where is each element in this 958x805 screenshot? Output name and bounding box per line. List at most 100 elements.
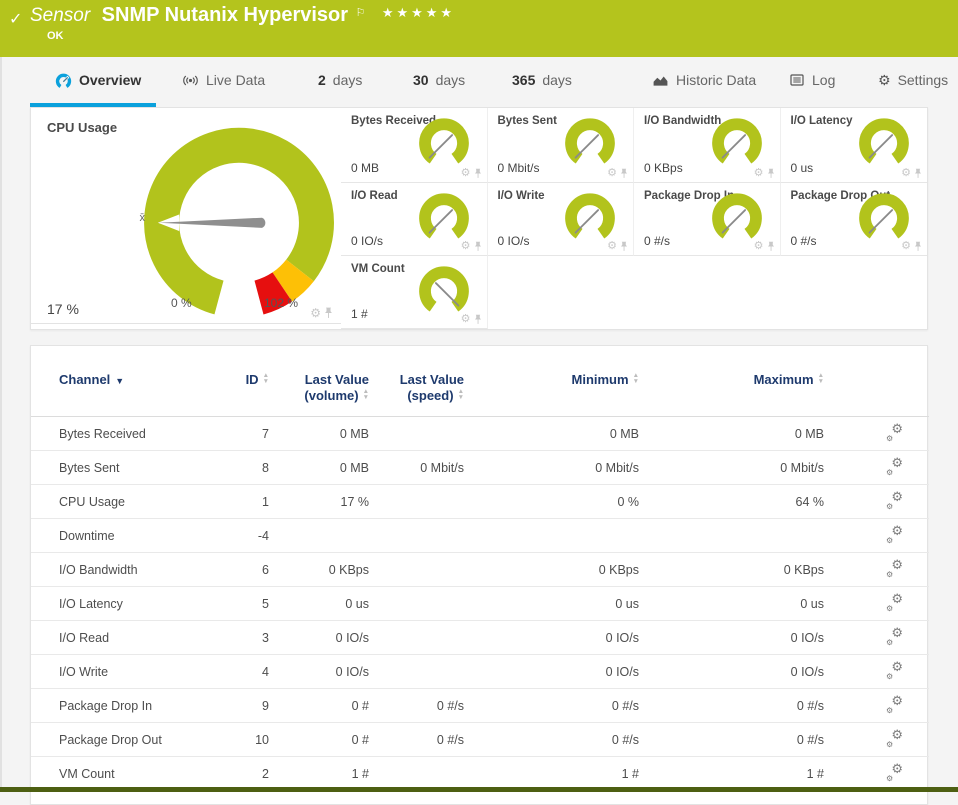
tab-historic-data[interactable]: Historic Data [652,57,756,103]
cell-edit: ⚙⚙ [826,723,929,757]
tab-live-data[interactable]: Live Data [182,57,265,103]
sort-icon: ▲▼ [818,373,824,384]
channel-settings-icon[interactable]: ⚙⚙ [886,493,903,508]
tab-2-days[interactable]: 2 days [318,57,362,103]
gauge-io-write[interactable]: I/O Write 0 IO/s ⚙ [488,183,635,256]
col-header-lvv-line2: (volume)▲▼ [271,388,369,404]
col-header-minimum[interactable]: Minimum▲▼ [466,366,641,417]
pin-icon[interactable] [620,241,628,252]
sort-icon: ▲▼ [263,373,269,384]
gauge-title: VM Count [351,263,405,275]
table-row: Package Drop In 9 0 # 0 #/s 0 #/s 0 #/s … [31,689,929,723]
gauge-title: I/O Latency [791,115,853,127]
gauge-settings-gear-icon[interactable]: ⚙ [754,168,764,179]
cpu-usage-gauge-cell[interactable]: CPU Usage x̄ 0 % 102 % 17 % ⚙ [31,108,341,324]
col-header-channel[interactable]: Channel▼ [31,366,201,417]
cell-last-value-speed [371,485,466,519]
channel-settings-icon[interactable]: ⚙⚙ [886,731,903,746]
gauge-io-latency[interactable]: I/O Latency 0 us ⚙ [781,108,928,183]
cell-last-value-speed [371,655,466,689]
tab-365-days[interactable]: 365 days [512,57,572,103]
pin-icon[interactable] [620,168,628,179]
gauge-controls: ⚙ [461,168,482,179]
cell-last-value-volume: 0 us [271,587,371,621]
gauge-settings-gear-icon[interactable]: ⚙ [461,168,471,179]
cell-maximum [641,519,826,553]
col-header-id[interactable]: ID▲▼ [201,366,271,417]
pin-icon[interactable] [914,241,922,252]
pin-icon[interactable] [324,307,333,319]
gauge-vm-count[interactable]: VM Count 1 # ⚙ [341,256,488,329]
cell-id: 1 [201,485,271,519]
gauge-bytes-sent[interactable]: Bytes Sent 0 Mbit/s ⚙ [488,108,635,183]
tab-2-days-unit: days [333,72,363,88]
cell-last-value-volume [271,519,371,553]
table-row: Bytes Sent 8 0 MB 0 Mbit/s 0 Mbit/s 0 Mb… [31,451,929,485]
channel-settings-icon[interactable]: ⚙⚙ [886,663,903,678]
cell-edit: ⚙⚙ [826,485,929,519]
gauge-value: 0 Mbit/s [498,161,540,175]
cell-edit: ⚙⚙ [826,587,929,621]
gauge-package-drop-in[interactable]: Package Drop In 0 #/s ⚙ [634,183,781,256]
channel-settings-icon[interactable]: ⚙⚙ [886,765,903,780]
col-header-last-value-volume[interactable]: Last Value (volume)▲▼ [271,366,371,417]
page-bottom-border [0,787,958,792]
cell-last-value-speed [371,417,466,451]
priority-stars[interactable]: ★★★★★ [382,5,455,20]
cell-maximum: 64 % [641,485,826,519]
channel-settings-icon[interactable]: ⚙⚙ [886,595,903,610]
gauge-settings-gear-icon[interactable]: ⚙ [607,241,617,252]
col-header-last-value-speed[interactable]: Last Value (speed)▲▼ [371,366,466,417]
cell-minimum: 0 KBps [466,553,641,587]
channel-settings-icon[interactable]: ⚙⚙ [886,425,903,440]
gauge-settings-gear-icon[interactable]: ⚙ [461,241,471,252]
empty-cell [781,256,928,329]
flag-icon[interactable]: ⚐ [355,7,365,19]
gauge-value: 0 MB [351,161,379,175]
channel-settings-icon[interactable]: ⚙⚙ [886,561,903,576]
pin-icon[interactable] [914,168,922,179]
gauge-io-bandwidth[interactable]: I/O Bandwidth 0 KBps ⚙ [634,108,781,183]
status-badge: OK [47,30,64,42]
mini-gauges-grid: Bytes Received 0 MB ⚙ Bytes Sent 0 Mbit/… [341,108,927,329]
gauge-title: I/O Read [351,190,398,202]
gauge-settings-gear-icon[interactable]: ⚙ [901,168,911,179]
cpu-gauge-min-label: 0 % [171,296,192,310]
pin-icon[interactable] [474,314,482,325]
cell-channel: CPU Usage [31,485,201,519]
cell-last-value-speed: 0 Mbit/s [371,451,466,485]
pin-icon[interactable] [474,168,482,179]
gauge-controls: ⚙ [901,241,922,252]
empty-cell [488,256,635,329]
pin-icon[interactable] [474,241,482,252]
cpu-gauge-dial: x̄ [133,114,345,326]
col-header-maximum[interactable]: Maximum▲▼ [641,366,826,417]
pin-icon[interactable] [767,168,775,179]
gauge-settings-gear-icon[interactable]: ⚙ [461,314,471,325]
gauge-bytes-received[interactable]: Bytes Received 0 MB ⚙ [341,108,488,183]
tab-log[interactable]: Log [789,57,835,103]
tab-bar: Overview Live Data 2 days 30 days 365 da… [0,57,958,107]
col-header-minimum-label: Minimum [572,372,629,387]
tab-30-days[interactable]: 30 days [413,57,465,103]
cell-last-value-speed [371,757,466,791]
tab-settings[interactable]: ⚙ Settings [878,57,948,103]
channel-settings-icon[interactable]: ⚙⚙ [886,459,903,474]
channel-settings-icon[interactable]: ⚙⚙ [886,697,903,712]
channels-table-panel: Channel▼ ID▲▼ Last Value (volume)▲▼ Last… [30,345,928,805]
area-chart-icon [652,72,669,89]
gauge-settings-gear-icon[interactable]: ⚙ [901,241,911,252]
tab-365-days-unit: days [542,72,572,88]
tab-overview[interactable]: Overview [55,57,141,103]
cell-maximum: 0 MB [641,417,826,451]
cell-edit: ⚙⚙ [826,451,929,485]
gauge-settings-gear-icon[interactable]: ⚙ [754,241,764,252]
gauge-package-drop-out[interactable]: Package Drop Out 0 #/s ⚙ [781,183,928,256]
gauge-settings-gear-icon[interactable]: ⚙ [310,307,321,319]
gauge-settings-gear-icon[interactable]: ⚙ [607,168,617,179]
pin-icon[interactable] [767,241,775,252]
channel-settings-icon[interactable]: ⚙⚙ [886,629,903,644]
channel-settings-icon[interactable]: ⚙⚙ [886,527,903,542]
gauge-io-read[interactable]: I/O Read 0 IO/s ⚙ [341,183,488,256]
cell-maximum: 0 KBps [641,553,826,587]
